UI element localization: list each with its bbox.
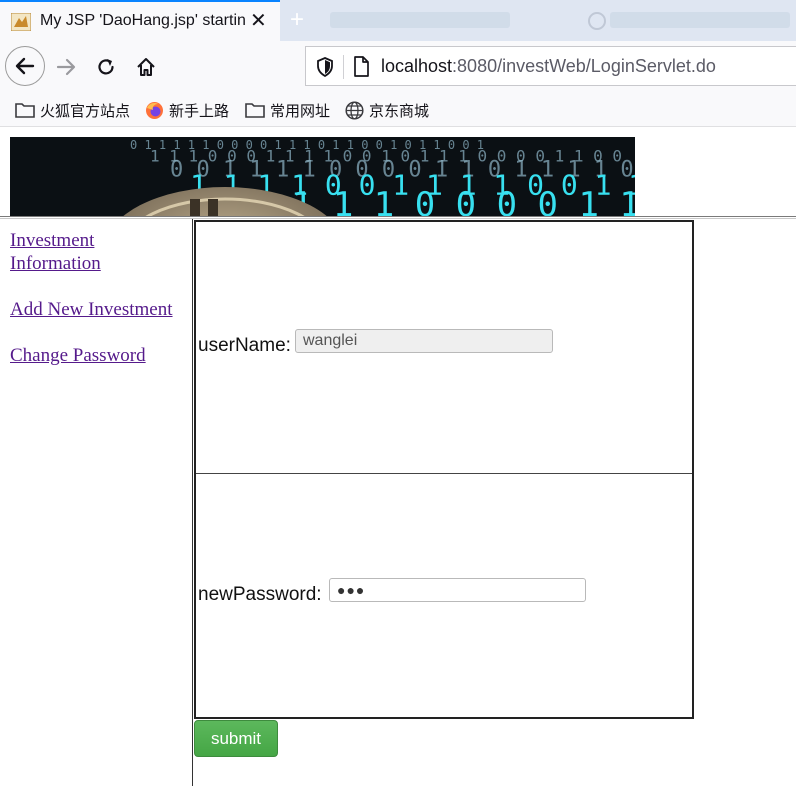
new-tab-icon[interactable]: + <box>290 8 304 32</box>
header-banner-image: 0 1 1 1 1 1 0 0 0 0 1 1 1 0 1 1 0 0 1 0 … <box>10 137 635 216</box>
sidebar-nav: Investment Information Add New Investmen… <box>10 229 188 367</box>
url-path: :8080/investWeb/LoginServlet.do <box>452 56 716 76</box>
bookmark-folder-firefox[interactable]: 火狐官方站点 <box>15 100 130 120</box>
bookmark-label: 常用网址 <box>270 102 331 120</box>
sidebar-link-investment-information[interactable]: Investment Information <box>10 229 130 275</box>
bookmarks-toolbar: 火狐官方站点 新手上路 常用网址 京东商城 <box>0 93 796 127</box>
page-icon[interactable] <box>353 56 369 77</box>
forward-button[interactable] <box>48 49 84 85</box>
folder-icon <box>245 103 265 118</box>
background-tab-icon <box>588 12 606 30</box>
background-tab[interactable] <box>330 12 510 28</box>
home-icon <box>137 58 155 76</box>
username-label: userName: <box>198 335 291 356</box>
username-input[interactable]: wanglei <box>295 329 553 353</box>
bookmark-folder-common[interactable]: 常用网址 <box>245 100 330 120</box>
arrow-right-icon <box>56 58 76 76</box>
tab-strip: My JSP 'DaoHang.jsp' starting page ✕ + <box>0 0 796 41</box>
home-button[interactable] <box>128 49 164 85</box>
reload-icon <box>98 59 114 75</box>
url-text[interactable]: localhost:8080/investWeb/LoginServlet.do <box>381 56 716 77</box>
bookmark-jd[interactable]: 京东商城 <box>345 100 429 120</box>
bookmark-label: 火狐官方站点 <box>40 102 131 120</box>
tab-active[interactable]: My JSP 'DaoHang.jsp' starting page ✕ <box>0 0 280 41</box>
url-host: localhost <box>381 56 453 76</box>
new-password-label: newPassword: <box>198 584 322 605</box>
frame-divider <box>192 219 193 786</box>
shield-icon[interactable] <box>316 57 334 77</box>
address-bar[interactable]: localhost:8080/investWeb/LoginServlet.do <box>305 46 796 86</box>
tab-title: My JSP 'DaoHang.jsp' starting page <box>40 12 245 29</box>
navigation-toolbar: localhost:8080/investWeb/LoginServlet.do <box>0 41 796 93</box>
arrow-left-icon <box>15 57 35 75</box>
submit-button[interactable]: submit <box>194 720 278 757</box>
bookmark-label: 新手上路 <box>169 102 230 120</box>
firefox-icon <box>146 101 163 119</box>
change-password-form: userName: wanglei newPassword: ●●● <box>194 220 694 719</box>
new-password-input[interactable]: ●●● <box>329 578 586 602</box>
close-tab-icon[interactable]: ✕ <box>250 10 267 32</box>
horizontal-divider <box>0 216 796 219</box>
sidebar-link-change-password[interactable]: Change Password <box>10 344 188 367</box>
back-button[interactable] <box>5 46 45 86</box>
binary-code-coin-image: 0 1 1 1 1 1 0 0 0 0 1 1 1 0 1 1 0 0 1 0 … <box>10 137 635 216</box>
folder-icon <box>15 103 35 118</box>
sidebar-link-add-new-investment[interactable]: Add New Investment <box>10 298 188 321</box>
bookmark-label: 京东商城 <box>369 102 430 120</box>
form-row-divider <box>196 473 692 474</box>
bookmark-getting-started[interactable]: 新手上路 <box>145 100 229 120</box>
background-tab[interactable] <box>610 12 790 28</box>
reload-button[interactable] <box>88 49 124 85</box>
urlbar-separator <box>343 55 344 79</box>
globe-icon <box>345 100 364 120</box>
tomcat-favicon-icon <box>11 13 31 31</box>
